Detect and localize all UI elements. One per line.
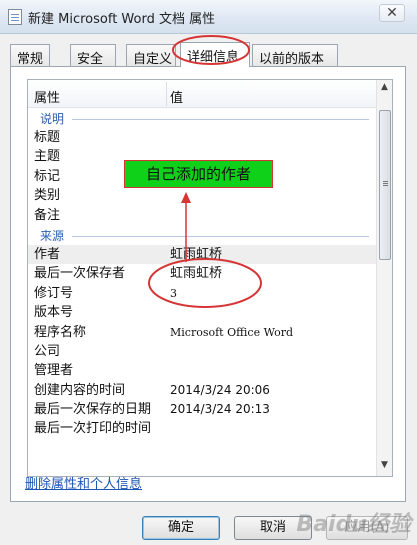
tab-custom[interactable]: 自定义 <box>126 44 176 67</box>
property-name: 创建内容的时间 <box>34 382 126 398</box>
property-name: 最后一次保存的日期 <box>34 402 152 418</box>
close-button[interactable]: ✕ <box>379 4 405 22</box>
window-title: 新建 Microsoft Word 文档 属性 <box>28 12 216 27</box>
column-header-value[interactable]: 值 <box>170 87 183 106</box>
watermark: Baidu经验 <box>296 512 411 537</box>
scroll-thumb[interactable] <box>379 110 391 260</box>
list-item[interactable]: 程序名称 Microsoft Office Word <box>28 323 377 342</box>
list-item-last-saved-by[interactable]: 最后一次保存者 虹雨虹桥 <box>28 264 377 283</box>
property-name: 公司 <box>34 343 61 359</box>
property-value: 3 <box>170 286 177 300</box>
column-divider[interactable] <box>166 82 167 106</box>
property-name: 标记 <box>34 168 61 184</box>
list-item[interactable]: 公司 <box>28 342 377 361</box>
scroll-down-icon[interactable]: ▼ <box>379 460 390 474</box>
tab-security[interactable]: 安全 <box>70 44 116 67</box>
section-divider <box>72 235 369 237</box>
list-item[interactable]: 修订号 3 <box>28 284 377 303</box>
property-name: 备注 <box>34 207 61 223</box>
property-name: 最后一次打印的时间 <box>34 421 152 437</box>
list-rows: 说明 标题 主题 标记 类别 备注 来源 作者 虹雨虹桥 最后一次保存者 虹雨虹桥 … <box>28 108 377 439</box>
property-name: 作者 <box>34 246 61 262</box>
scroll-up-icon[interactable]: ▲ <box>379 82 390 96</box>
section-origin: 来源 <box>28 225 377 245</box>
title-bar: 新建 Microsoft Word 文档 属性 ✕ <box>0 0 417 34</box>
section-description: 说明 <box>28 108 377 128</box>
tab-general[interactable]: 常规 <box>10 44 50 67</box>
list-item[interactable]: 备注 <box>28 206 377 225</box>
ok-button[interactable]: 确定 <box>142 516 220 540</box>
property-name: 程序名称 <box>34 324 87 340</box>
remove-properties-link[interactable]: 删除属性和个人信息 <box>25 473 142 492</box>
column-header-property[interactable]: 属性 <box>34 87 60 106</box>
section-label: 来源 <box>40 228 65 243</box>
details-panel: 属性 值 说明 标题 主题 标记 类别 备注 来源 作者 虹雨虹桥 最后一次保存者… <box>10 66 406 502</box>
property-name: 管理者 <box>34 363 74 379</box>
property-name: 类别 <box>34 188 61 204</box>
annotation-label: 自己添加的作者 <box>124 160 273 188</box>
section-label: 说明 <box>40 112 65 126</box>
tab-previous-versions[interactable]: 以前的版本 <box>252 44 338 67</box>
list-item[interactable]: 版本号 <box>28 303 377 322</box>
property-value: 虹雨虹桥 <box>170 266 223 282</box>
list-header: 属性 值 <box>28 80 377 108</box>
property-name: 标题 <box>34 130 61 145</box>
property-name: 版本号 <box>34 305 74 321</box>
vertical-scrollbar[interactable]: ▲ ▼ <box>376 80 392 476</box>
document-icon <box>8 9 22 25</box>
tab-details[interactable]: 详细信息 <box>180 42 250 67</box>
section-divider <box>72 119 369 120</box>
property-list[interactable]: 属性 值 说明 标题 主题 标记 类别 备注 来源 作者 虹雨虹桥 最后一次保存者… <box>27 79 393 477</box>
list-item[interactable]: 标题 <box>28 128 377 147</box>
property-value: 2014/3/24 20:13 <box>170 402 270 417</box>
property-value: 2014/3/24 20:06 <box>170 382 270 397</box>
list-item[interactable]: 创建内容的时间 2014/3/24 20:06 <box>28 381 377 400</box>
property-value: Microsoft Office Word <box>170 325 294 339</box>
property-name: 主题 <box>34 149 61 165</box>
property-name: 最后一次保存者 <box>34 266 126 282</box>
property-value: 虹雨虹桥 <box>170 246 223 262</box>
property-name: 修订号 <box>34 285 74 301</box>
list-item[interactable]: 类别 <box>28 186 377 205</box>
list-item[interactable]: 最后一次打印的时间 <box>28 419 377 438</box>
list-item[interactable]: 管理者 <box>28 361 377 380</box>
list-item[interactable]: 最后一次保存的日期 2014/3/24 20:13 <box>28 400 377 419</box>
list-item-author[interactable]: 作者 虹雨虹桥 <box>28 244 377 265</box>
